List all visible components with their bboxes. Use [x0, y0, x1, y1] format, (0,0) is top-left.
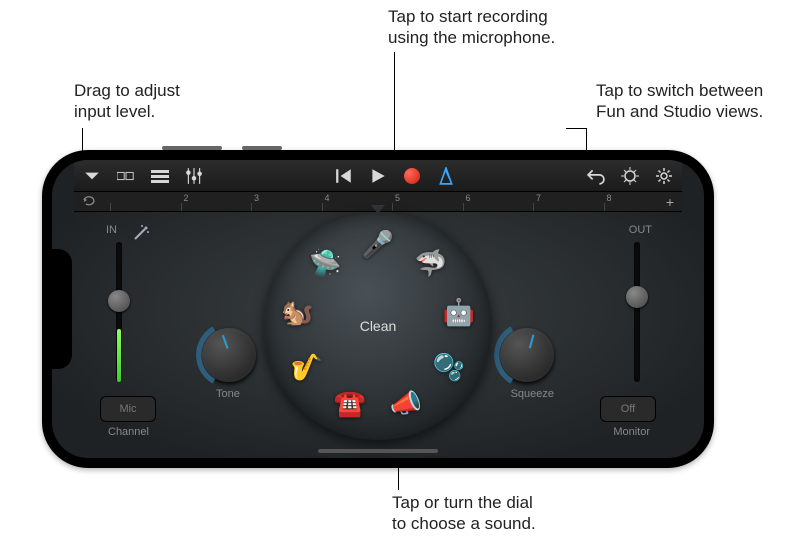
cycle-icon[interactable] [82, 194, 96, 208]
screen: 2 3 4 5 6 7 8 + IN OUT Tone [52, 160, 704, 458]
sound-microphone[interactable]: 🎤 [360, 226, 396, 262]
ruler-number: 6 [466, 193, 471, 203]
track-list-icon[interactable] [150, 166, 170, 186]
in-label: IN [106, 224, 117, 236]
play-icon[interactable] [368, 166, 388, 186]
view-switch-icon[interactable] [620, 166, 640, 186]
out-label: OUT [629, 224, 652, 236]
ruler-number: 3 [254, 193, 259, 203]
home-indicator[interactable] [318, 449, 438, 453]
monitor-label: Monitor [613, 426, 650, 438]
callout-record: Tap to start recording using the microph… [388, 6, 555, 49]
selected-sound-label: Clean [360, 318, 397, 334]
phone-frame: 2 3 4 5 6 7 8 + IN OUT Tone [42, 150, 714, 468]
callout-input-level: Drag to adjust input level. [74, 80, 180, 123]
callout-line [394, 52, 395, 164]
output-level-slider[interactable] [634, 242, 640, 382]
slider-thumb[interactable] [626, 286, 648, 308]
monitor-toggle-button[interactable]: Off [600, 396, 656, 422]
input-level-slider[interactable] [116, 242, 122, 382]
sound-bubbles[interactable]: 🫧 [431, 349, 467, 385]
main-area: IN OUT Tone Squeeze Mic Channel Off Moni… [74, 212, 682, 458]
tone-knob[interactable] [202, 328, 256, 382]
ruler-number: 7 [536, 193, 541, 203]
callout-line [566, 128, 586, 129]
callout-switch-view: Tap to switch between Fun and Studio vie… [596, 80, 763, 123]
sound-dial[interactable]: Clean 🎤 🦈 🤖 🫧 📣 ☎️ 🎷 🐿️ 🛸 [264, 212, 492, 440]
sound-shark[interactable]: 🦈 [413, 245, 449, 281]
menu-dropdown-icon[interactable] [82, 166, 102, 186]
go-to-start-icon[interactable] [334, 166, 354, 186]
sound-sax[interactable]: 🎷 [289, 349, 325, 385]
record-button[interactable] [402, 166, 422, 186]
sound-megaphone[interactable]: 📣 [388, 385, 424, 421]
magic-wand-icon[interactable] [132, 224, 150, 247]
metronome-icon[interactable] [436, 166, 456, 186]
squeeze-knob[interactable] [500, 328, 554, 382]
ruler-number: 4 [325, 193, 330, 203]
sound-squirrel[interactable]: 🐿️ [279, 294, 315, 330]
sound-telephone[interactable]: ☎️ [332, 385, 368, 421]
view-tracks-icon[interactable] [116, 166, 136, 186]
channel-label: Channel [108, 426, 149, 438]
ruler-number: 8 [607, 193, 612, 203]
ruler-number: 2 [184, 193, 189, 203]
toolbar [74, 160, 682, 192]
sound-robot[interactable]: 🤖 [441, 294, 477, 330]
mixer-icon[interactable] [184, 166, 204, 186]
sound-ufo[interactable]: 🛸 [307, 245, 343, 281]
slider-thumb[interactable] [108, 290, 130, 312]
undo-icon[interactable] [586, 166, 606, 186]
tone-label: Tone [216, 388, 240, 400]
add-section-icon[interactable]: + [666, 194, 674, 210]
notch [52, 249, 72, 369]
input-level-fill [117, 329, 121, 382]
ruler-number: 5 [395, 193, 400, 203]
squeeze-label: Squeeze [511, 388, 554, 400]
callout-dial: Tap or turn the dial to choose a sound. [392, 492, 536, 535]
settings-gear-icon[interactable] [654, 166, 674, 186]
mic-channel-button[interactable]: Mic [100, 396, 156, 422]
